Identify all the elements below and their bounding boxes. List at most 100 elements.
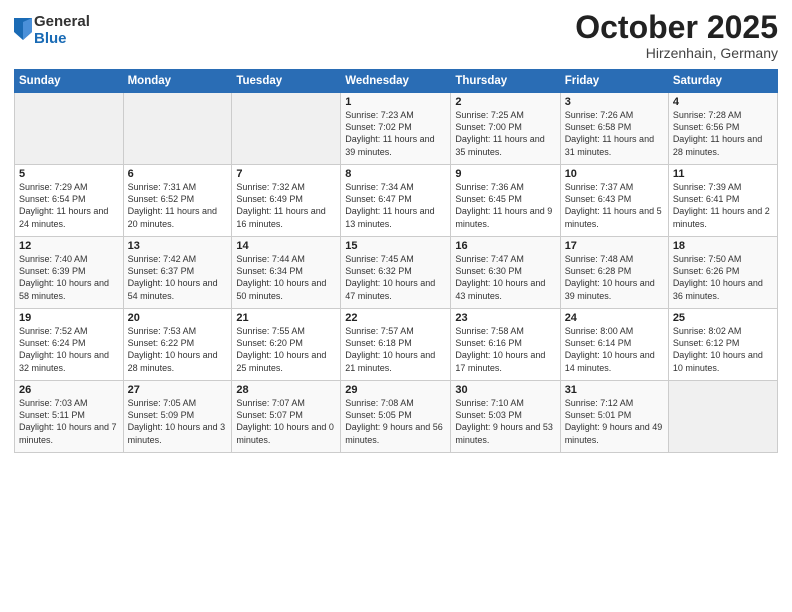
- day-info: Sunrise: 7:52 AM Sunset: 6:24 PM Dayligh…: [19, 325, 119, 374]
- day-info: Sunrise: 7:37 AM Sunset: 6:43 PM Dayligh…: [565, 181, 664, 230]
- day-number: 19: [19, 312, 119, 324]
- day-number: 17: [565, 240, 664, 252]
- day-number: 20: [128, 312, 228, 324]
- day-number: 10: [565, 168, 664, 180]
- day-info: Sunrise: 7:36 AM Sunset: 6:45 PM Dayligh…: [455, 181, 555, 230]
- day-cell: [232, 93, 341, 165]
- title-block: October 2025 Hirzenhain, Germany: [575, 10, 778, 61]
- day-cell: 28Sunrise: 7:07 AM Sunset: 5:07 PM Dayli…: [232, 381, 341, 453]
- header-row: SundayMondayTuesdayWednesdayThursdayFrid…: [15, 70, 778, 93]
- day-number: 7: [236, 168, 336, 180]
- day-number: 22: [345, 312, 446, 324]
- day-number: 29: [345, 384, 446, 396]
- day-cell: 25Sunrise: 8:02 AM Sunset: 6:12 PM Dayli…: [668, 309, 777, 381]
- day-cell: [123, 93, 232, 165]
- day-number: 1: [345, 96, 446, 108]
- day-info: Sunrise: 7:50 AM Sunset: 6:26 PM Dayligh…: [673, 253, 773, 302]
- day-number: 5: [19, 168, 119, 180]
- day-number: 23: [455, 312, 555, 324]
- day-info: Sunrise: 7:23 AM Sunset: 7:02 PM Dayligh…: [345, 109, 446, 158]
- day-info: Sunrise: 7:07 AM Sunset: 5:07 PM Dayligh…: [236, 397, 336, 446]
- header: General Blue October 2025 Hirzenhain, Ge…: [14, 10, 778, 61]
- day-cell: 14Sunrise: 7:44 AM Sunset: 6:34 PM Dayli…: [232, 237, 341, 309]
- day-cell: 20Sunrise: 7:53 AM Sunset: 6:22 PM Dayli…: [123, 309, 232, 381]
- day-cell: 16Sunrise: 7:47 AM Sunset: 6:30 PM Dayli…: [451, 237, 560, 309]
- day-info: Sunrise: 7:28 AM Sunset: 6:56 PM Dayligh…: [673, 109, 773, 158]
- day-number: 11: [673, 168, 773, 180]
- col-header-thursday: Thursday: [451, 70, 560, 93]
- day-cell: 4Sunrise: 7:28 AM Sunset: 6:56 PM Daylig…: [668, 93, 777, 165]
- day-cell: 1Sunrise: 7:23 AM Sunset: 7:02 PM Daylig…: [341, 93, 451, 165]
- logo-general-text: General: [34, 14, 90, 31]
- day-info: Sunrise: 7:48 AM Sunset: 6:28 PM Dayligh…: [565, 253, 664, 302]
- week-row-4: 19Sunrise: 7:52 AM Sunset: 6:24 PM Dayli…: [15, 309, 778, 381]
- day-cell: 18Sunrise: 7:50 AM Sunset: 6:26 PM Dayli…: [668, 237, 777, 309]
- day-info: Sunrise: 7:08 AM Sunset: 5:05 PM Dayligh…: [345, 397, 446, 446]
- day-cell: 5Sunrise: 7:29 AM Sunset: 6:54 PM Daylig…: [15, 165, 124, 237]
- day-info: Sunrise: 7:05 AM Sunset: 5:09 PM Dayligh…: [128, 397, 228, 446]
- day-cell: [15, 93, 124, 165]
- logo: General Blue: [14, 14, 90, 47]
- day-info: Sunrise: 7:53 AM Sunset: 6:22 PM Dayligh…: [128, 325, 228, 374]
- day-info: Sunrise: 7:58 AM Sunset: 6:16 PM Dayligh…: [455, 325, 555, 374]
- day-info: Sunrise: 7:40 AM Sunset: 6:39 PM Dayligh…: [19, 253, 119, 302]
- week-row-3: 12Sunrise: 7:40 AM Sunset: 6:39 PM Dayli…: [15, 237, 778, 309]
- day-number: 21: [236, 312, 336, 324]
- day-cell: 30Sunrise: 7:10 AM Sunset: 5:03 PM Dayli…: [451, 381, 560, 453]
- day-info: Sunrise: 7:26 AM Sunset: 6:58 PM Dayligh…: [565, 109, 664, 158]
- day-number: 2: [455, 96, 555, 108]
- col-header-sunday: Sunday: [15, 70, 124, 93]
- day-number: 18: [673, 240, 773, 252]
- day-info: Sunrise: 7:10 AM Sunset: 5:03 PM Dayligh…: [455, 397, 555, 446]
- day-cell: 24Sunrise: 8:00 AM Sunset: 6:14 PM Dayli…: [560, 309, 668, 381]
- day-cell: 17Sunrise: 7:48 AM Sunset: 6:28 PM Dayli…: [560, 237, 668, 309]
- day-number: 13: [128, 240, 228, 252]
- day-number: 27: [128, 384, 228, 396]
- col-header-wednesday: Wednesday: [341, 70, 451, 93]
- day-info: Sunrise: 7:34 AM Sunset: 6:47 PM Dayligh…: [345, 181, 446, 230]
- day-cell: 7Sunrise: 7:32 AM Sunset: 6:49 PM Daylig…: [232, 165, 341, 237]
- day-number: 6: [128, 168, 228, 180]
- day-number: 9: [455, 168, 555, 180]
- day-info: Sunrise: 7:39 AM Sunset: 6:41 PM Dayligh…: [673, 181, 773, 230]
- day-number: 15: [345, 240, 446, 252]
- day-cell: 19Sunrise: 7:52 AM Sunset: 6:24 PM Dayli…: [15, 309, 124, 381]
- day-number: 28: [236, 384, 336, 396]
- day-info: Sunrise: 7:03 AM Sunset: 5:11 PM Dayligh…: [19, 397, 119, 446]
- col-header-saturday: Saturday: [668, 70, 777, 93]
- day-info: Sunrise: 7:45 AM Sunset: 6:32 PM Dayligh…: [345, 253, 446, 302]
- day-cell: 22Sunrise: 7:57 AM Sunset: 6:18 PM Dayli…: [341, 309, 451, 381]
- col-header-monday: Monday: [123, 70, 232, 93]
- page: General Blue October 2025 Hirzenhain, Ge…: [0, 0, 792, 612]
- day-cell: 29Sunrise: 7:08 AM Sunset: 5:05 PM Dayli…: [341, 381, 451, 453]
- day-number: 4: [673, 96, 773, 108]
- day-number: 12: [19, 240, 119, 252]
- day-info: Sunrise: 7:31 AM Sunset: 6:52 PM Dayligh…: [128, 181, 228, 230]
- week-row-1: 1Sunrise: 7:23 AM Sunset: 7:02 PM Daylig…: [15, 93, 778, 165]
- day-info: Sunrise: 7:57 AM Sunset: 6:18 PM Dayligh…: [345, 325, 446, 374]
- day-number: 25: [673, 312, 773, 324]
- day-cell: 2Sunrise: 7:25 AM Sunset: 7:00 PM Daylig…: [451, 93, 560, 165]
- day-info: Sunrise: 8:00 AM Sunset: 6:14 PM Dayligh…: [565, 325, 664, 374]
- day-cell: 3Sunrise: 7:26 AM Sunset: 6:58 PM Daylig…: [560, 93, 668, 165]
- day-number: 3: [565, 96, 664, 108]
- day-cell: 31Sunrise: 7:12 AM Sunset: 5:01 PM Dayli…: [560, 381, 668, 453]
- day-info: Sunrise: 7:44 AM Sunset: 6:34 PM Dayligh…: [236, 253, 336, 302]
- day-number: 14: [236, 240, 336, 252]
- location-subtitle: Hirzenhain, Germany: [575, 45, 778, 61]
- day-cell: 6Sunrise: 7:31 AM Sunset: 6:52 PM Daylig…: [123, 165, 232, 237]
- week-row-2: 5Sunrise: 7:29 AM Sunset: 6:54 PM Daylig…: [15, 165, 778, 237]
- logo-text: General Blue: [34, 14, 90, 47]
- day-number: 30: [455, 384, 555, 396]
- day-cell: 27Sunrise: 7:05 AM Sunset: 5:09 PM Dayli…: [123, 381, 232, 453]
- day-number: 26: [19, 384, 119, 396]
- day-info: Sunrise: 7:12 AM Sunset: 5:01 PM Dayligh…: [565, 397, 664, 446]
- day-info: Sunrise: 7:29 AM Sunset: 6:54 PM Dayligh…: [19, 181, 119, 230]
- day-cell: 9Sunrise: 7:36 AM Sunset: 6:45 PM Daylig…: [451, 165, 560, 237]
- day-cell: 11Sunrise: 7:39 AM Sunset: 6:41 PM Dayli…: [668, 165, 777, 237]
- day-cell: 26Sunrise: 7:03 AM Sunset: 5:11 PM Dayli…: [15, 381, 124, 453]
- week-row-5: 26Sunrise: 7:03 AM Sunset: 5:11 PM Dayli…: [15, 381, 778, 453]
- logo-blue-text: Blue: [34, 31, 90, 48]
- month-title: October 2025: [575, 10, 778, 45]
- day-info: Sunrise: 7:25 AM Sunset: 7:00 PM Dayligh…: [455, 109, 555, 158]
